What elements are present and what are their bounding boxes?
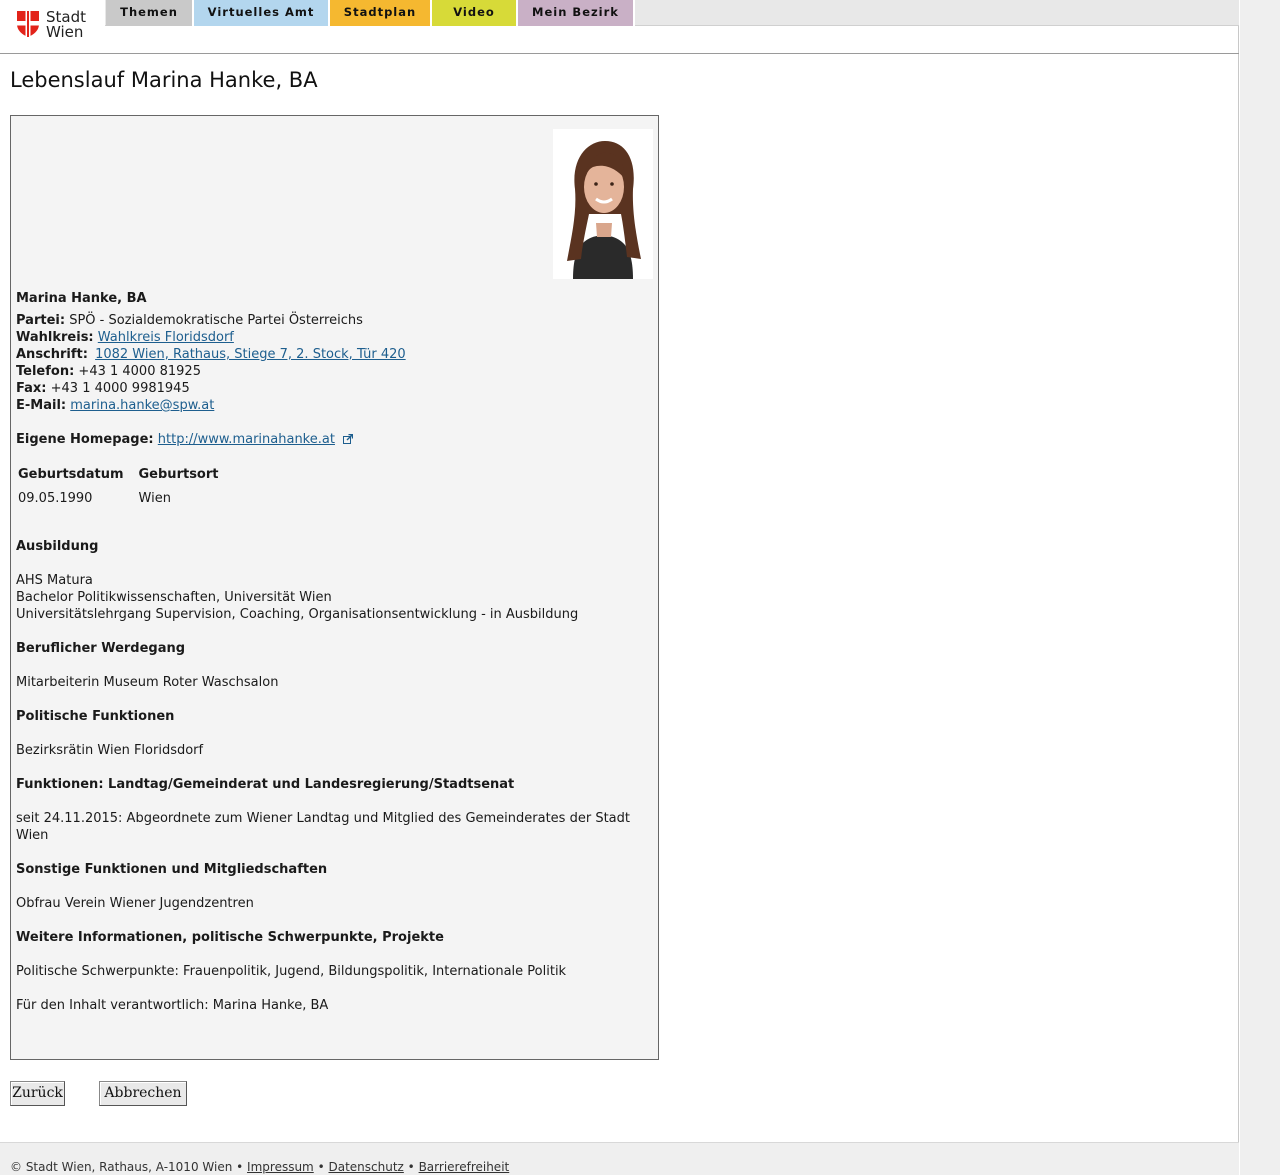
footer-separator: • — [407, 1160, 415, 1174]
funktionen-heading: Funktionen: Landtag/Gemeinderat und Land… — [16, 777, 515, 792]
table-header-row: Geburtsdatum Geburtsort — [16, 462, 231, 486]
homepage-label: Eigene Homepage: — [16, 432, 154, 447]
homepage-row: Eigene Homepage: http://www.marinahanke.… — [16, 431, 646, 448]
sonstige-text: Obfrau Verein Wiener Jugendzentren — [16, 896, 254, 911]
wahlkreis-label: Wahlkreis: — [16, 330, 94, 345]
back-button[interactable]: Zurück — [10, 1081, 65, 1106]
external-link-icon — [343, 434, 354, 444]
cancel-button[interactable]: Abbrechen — [99, 1081, 187, 1106]
anschrift-row: Anschrift: 1082 Wien, Rathaus, Stiege 7,… — [16, 346, 646, 363]
tab-virtuelles-amt[interactable]: Virtuelles Amt — [194, 0, 330, 26]
beruf-heading: Beruflicher Werdegang — [16, 641, 186, 656]
main-nav-tabs: Themen Virtuelles Amt Stadtplan Video Me… — [106, 0, 635, 26]
profile-card: Marina Hanke, BA Partei: SPÖ - Sozialdem… — [10, 115, 659, 1060]
footer-separator: • — [317, 1160, 325, 1174]
footer-text: © Stadt Wien, Rathaus, A-1010 Wien • Imp… — [10, 1160, 509, 1174]
email-row: E-Mail: marina.hanke@spw.at — [16, 397, 646, 414]
table-row: 09.05.1990 Wien — [16, 486, 231, 510]
ausbildung-item: Universitätslehrgang Supervision, Coachi… — [16, 607, 579, 622]
partei-label: Partei: — [16, 313, 66, 328]
stadt-wien-logo[interactable]: Stadt Wien — [16, 10, 96, 42]
footer-separator: • — [236, 1160, 244, 1174]
fax-label: Fax: — [16, 381, 47, 396]
portrait-image — [553, 129, 653, 279]
page-title: Lebenslauf Marina Hanke, BA — [10, 68, 318, 92]
table-header-geburtsdatum: Geburtsdatum — [18, 466, 124, 482]
site-header: Stadt Wien Themen Virtuelles Amt Stadtpl… — [0, 0, 1239, 54]
profile-name: Marina Hanke, BA — [16, 291, 147, 306]
tab-mein-bezirk[interactable]: Mein Bezirk — [518, 0, 635, 26]
profile-content: Marina Hanke, BA Partei: SPÖ - Sozialdem… — [16, 290, 646, 1014]
funktionen-text: seit 24.11.2015: Abgeordnete zum Wiener … — [16, 811, 630, 843]
anschrift-link[interactable]: 1082 Wien, Rathaus, Stiege 7, 2. Stock, … — [95, 347, 406, 362]
verantwortlich-text: Für den Inhalt verantwortlich: Marina Ha… — [16, 998, 329, 1013]
footer-impressum-link[interactable]: Impressum — [247, 1160, 314, 1174]
window-right-gutter — [1240, 0, 1280, 1175]
weitere-heading: Weitere Informationen, politische Schwer… — [16, 930, 444, 945]
birth-info-table: Geburtsdatum Geburtsort 09.05.1990 Wien — [16, 462, 231, 510]
footer-copyright: © Stadt Wien, Rathaus, A-1010 Wien — [10, 1160, 233, 1174]
footer-datenschutz-link[interactable]: Datenschutz — [328, 1160, 403, 1174]
page: Stadt Wien Themen Virtuelles Amt Stadtpl… — [0, 0, 1239, 1175]
fax-value: +43 1 4000 9981945 — [50, 381, 190, 396]
tab-themen[interactable]: Themen — [106, 0, 194, 26]
wahlkreis-link[interactable]: Wahlkreis Floridsdorf — [98, 330, 234, 345]
anschrift-label: Anschrift: — [16, 347, 88, 362]
ausbildung-heading: Ausbildung — [16, 539, 99, 554]
fax-row: Fax: +43 1 4000 9981945 — [16, 380, 646, 397]
polit-heading: Politische Funktionen — [16, 709, 175, 724]
site-footer: © Stadt Wien, Rathaus, A-1010 Wien • Imp… — [0, 1142, 1239, 1175]
telefon-value: +43 1 4000 81925 — [78, 364, 201, 379]
table-cell-geburtsdatum: 09.05.1990 — [18, 490, 93, 506]
ausbildung-item: Bachelor Politikwissenschaften, Universi… — [16, 590, 332, 605]
tab-video[interactable]: Video — [432, 0, 518, 26]
telefon-label: Telefon: — [16, 364, 75, 379]
partei-row: Partei: SPÖ - Sozialdemokratische Partei… — [16, 312, 646, 329]
wahlkreis-row: Wahlkreis: Wahlkreis Floridsdorf — [16, 329, 646, 346]
logo-text-wien: Wien — [46, 23, 84, 41]
polit-text: Bezirksrätin Wien Floridsdorf — [16, 743, 204, 758]
telefon-row: Telefon: +43 1 4000 81925 — [16, 363, 646, 380]
footer-barrierefreiheit-link[interactable]: Barrierefreiheit — [419, 1160, 510, 1174]
homepage-link[interactable]: http://www.marinahanke.at — [158, 432, 335, 447]
weitere-text: Politische Schwerpunkte: Frauenpolitik, … — [16, 964, 567, 979]
sonstige-heading: Sonstige Funktionen und Mitgliedschaften — [16, 862, 328, 877]
portrait-photo — [553, 129, 653, 279]
email-link[interactable]: marina.hanke@spw.at — [70, 398, 214, 413]
table-cell-geburtsort: Wien — [138, 490, 171, 506]
tab-stadtplan[interactable]: Stadtplan — [330, 0, 432, 26]
wien-shield-icon — [17, 11, 39, 37]
partei-value: SPÖ - Sozialdemokratische Partei Österre… — [69, 313, 363, 328]
email-label: E-Mail: — [16, 398, 67, 413]
ausbildung-item: AHS Matura — [16, 573, 93, 588]
beruf-text: Mitarbeiterin Museum Roter Waschsalon — [16, 675, 279, 690]
table-header-geburtsort: Geburtsort — [138, 466, 219, 482]
